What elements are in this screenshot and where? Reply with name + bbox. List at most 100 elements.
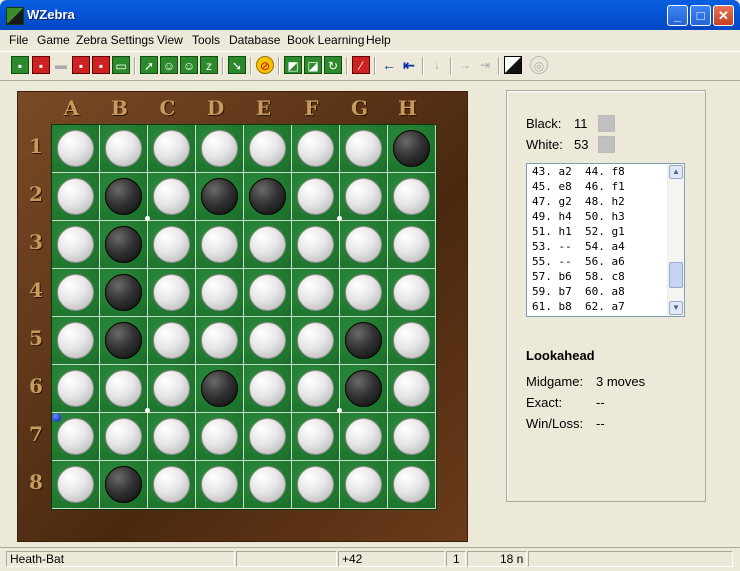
board-square-g1[interactable] — [340, 125, 388, 173]
menu-zebra-settings[interactable]: Zebra Settings — [76, 33, 154, 47]
board-square-e7[interactable] — [244, 413, 292, 461]
menu-database[interactable]: Database — [229, 33, 280, 47]
back-icon[interactable]: ← — [380, 56, 398, 74]
board-square-b2[interactable] — [100, 173, 148, 221]
scroll-thumb[interactable] — [669, 262, 683, 288]
folder-icon[interactable]: ▭ — [112, 56, 130, 74]
board-square-g4[interactable] — [340, 269, 388, 317]
board-square-h3[interactable] — [388, 221, 436, 269]
board-square-a5[interactable] — [52, 317, 100, 365]
board-square-d3[interactable] — [196, 221, 244, 269]
board-square-f1[interactable] — [292, 125, 340, 173]
board-square-d8[interactable] — [196, 461, 244, 509]
first-icon[interactable]: ⇤ — [400, 56, 418, 74]
players-icon[interactable]: ☺ — [160, 56, 178, 74]
stop-icon[interactable]: ⊘ — [256, 56, 274, 74]
board-square-c6[interactable] — [148, 365, 196, 413]
board-square-c1[interactable] — [148, 125, 196, 173]
title-bar[interactable]: WZebra _ □ ✕ — [0, 0, 740, 30]
board-square-c2[interactable] — [148, 173, 196, 221]
othello-board[interactable] — [51, 124, 437, 510]
board-square-c7[interactable] — [148, 413, 196, 461]
green-square-2-icon[interactable]: ◪ — [304, 56, 322, 74]
board-square-b4[interactable] — [100, 269, 148, 317]
down-icon[interactable]: ↓ — [428, 56, 446, 74]
forward-icon[interactable]: → — [456, 56, 474, 74]
board-square-f8[interactable] — [292, 461, 340, 509]
board-square-e6[interactable] — [244, 365, 292, 413]
board-square-e8[interactable] — [244, 461, 292, 509]
board-square-c5[interactable] — [148, 317, 196, 365]
board-square-e3[interactable] — [244, 221, 292, 269]
green-square-icon[interactable]: ◩ — [284, 56, 302, 74]
board-square-c8[interactable] — [148, 461, 196, 509]
scroll-down-icon[interactable]: ▼ — [669, 301, 683, 315]
players-2-icon[interactable]: ☺ — [180, 56, 198, 74]
move-list[interactable]: 43. a2 44. f8 45. e8 46. f1 47. g2 48. h… — [526, 163, 685, 317]
close-button[interactable]: ✕ — [713, 5, 734, 26]
board-square-g2[interactable] — [340, 173, 388, 221]
board-square-h5[interactable] — [388, 317, 436, 365]
board-square-f2[interactable] — [292, 173, 340, 221]
board-square-e4[interactable] — [244, 269, 292, 317]
print-icon[interactable]: ▪ — [72, 56, 90, 74]
board-square-g5[interactable] — [340, 317, 388, 365]
board-square-e1[interactable] — [244, 125, 292, 173]
board-square-e2[interactable] — [244, 173, 292, 221]
board-square-d2[interactable] — [196, 173, 244, 221]
board-square-d1[interactable] — [196, 125, 244, 173]
menu-help[interactable]: Help — [366, 33, 391, 47]
minimize-button[interactable]: _ — [667, 5, 688, 26]
analyze-icon[interactable]: ➚ — [140, 56, 158, 74]
board-square-d6[interactable] — [196, 365, 244, 413]
board-square-a6[interactable] — [52, 365, 100, 413]
new-game-icon[interactable]: ▪ — [11, 56, 29, 74]
board-square-a2[interactable] — [52, 173, 100, 221]
board-square-b3[interactable] — [100, 221, 148, 269]
board-square-b5[interactable] — [100, 317, 148, 365]
save-icon[interactable]: ▬ — [52, 56, 70, 74]
board-square-e5[interactable] — [244, 317, 292, 365]
board-square-f5[interactable] — [292, 317, 340, 365]
menu-view[interactable]: View — [157, 33, 183, 47]
board-square-a1[interactable] — [52, 125, 100, 173]
menu-file[interactable]: File — [9, 33, 28, 47]
zz-icon[interactable]: z — [200, 56, 218, 74]
board-square-b7[interactable] — [100, 413, 148, 461]
menu-game[interactable]: Game — [37, 33, 70, 47]
board-square-h2[interactable] — [388, 173, 436, 221]
menu-tools[interactable]: Tools — [192, 33, 220, 47]
board-square-a8[interactable] — [52, 461, 100, 509]
board-square-f4[interactable] — [292, 269, 340, 317]
open-icon[interactable]: ▪ — [32, 56, 50, 74]
board-square-f6[interactable] — [292, 365, 340, 413]
globe-icon[interactable]: ◎ — [530, 56, 548, 74]
menu-book-learning[interactable]: Book Learning — [287, 33, 364, 47]
board-square-a3[interactable] — [52, 221, 100, 269]
board-square-c3[interactable] — [148, 221, 196, 269]
rotate-icon[interactable]: ↻ — [324, 56, 342, 74]
board-square-h8[interactable] — [388, 461, 436, 509]
scroll-up-icon[interactable]: ▲ — [669, 165, 683, 179]
maximize-button[interactable]: □ — [690, 5, 711, 26]
board-square-f3[interactable] — [292, 221, 340, 269]
board-square-h7[interactable] — [388, 413, 436, 461]
board-square-b8[interactable] — [100, 461, 148, 509]
board-square-g3[interactable] — [340, 221, 388, 269]
board-square-c4[interactable] — [148, 269, 196, 317]
board-square-b6[interactable] — [100, 365, 148, 413]
board-square-a4[interactable] — [52, 269, 100, 317]
board-square-b1[interactable] — [100, 125, 148, 173]
clear-board-icon[interactable]: ⁄ — [352, 56, 370, 74]
download-icon[interactable]: ➘ — [228, 56, 246, 74]
board-square-d5[interactable] — [196, 317, 244, 365]
board-square-d7[interactable] — [196, 413, 244, 461]
board-square-g7[interactable] — [340, 413, 388, 461]
board-square-h6[interactable] — [388, 365, 436, 413]
record-icon[interactable]: ▪ — [92, 56, 110, 74]
board-square-g6[interactable] — [340, 365, 388, 413]
board-square-g8[interactable] — [340, 461, 388, 509]
board-square-f7[interactable] — [292, 413, 340, 461]
color-swap-icon[interactable] — [504, 56, 522, 74]
board-square-h1[interactable] — [388, 125, 436, 173]
